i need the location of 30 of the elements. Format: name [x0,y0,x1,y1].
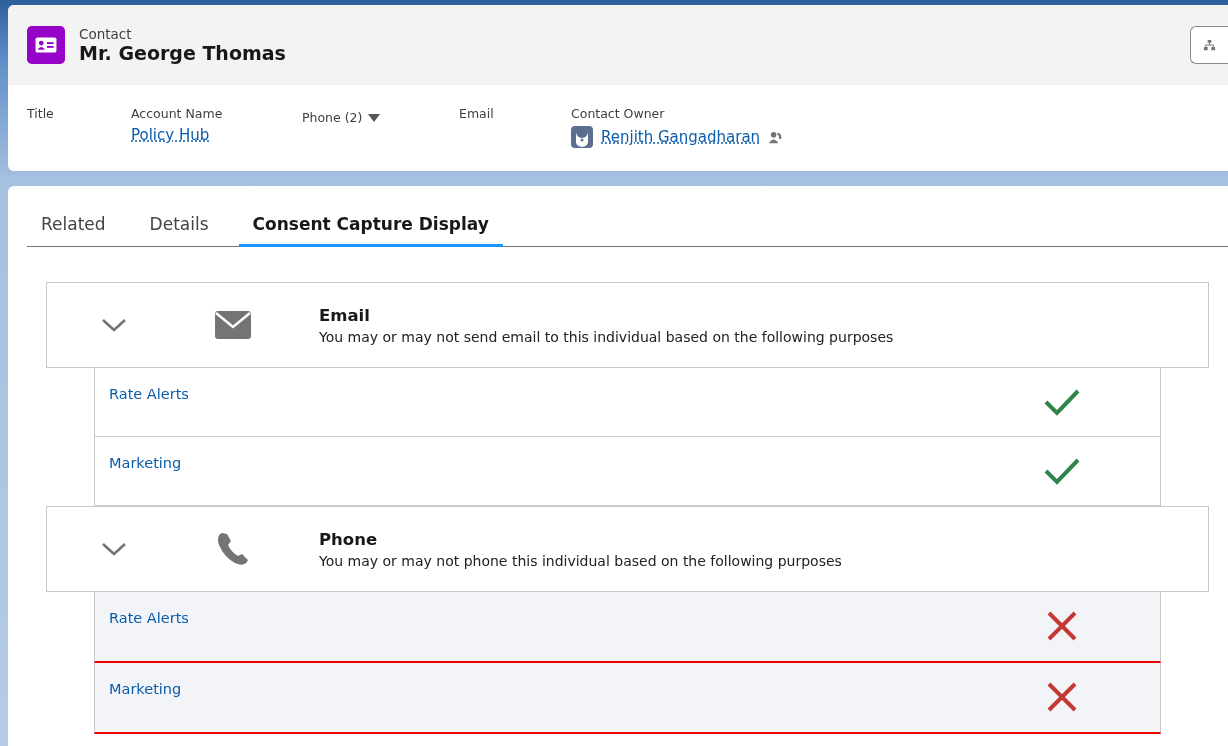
change-owner-icon[interactable] [768,129,784,145]
field-label: Email [459,106,495,121]
envelope-icon [215,311,251,339]
phone-icon [215,531,251,567]
chevron-down-icon[interactable] [101,317,127,333]
phone-dropdown[interactable]: Phone (2) [302,110,459,125]
tab[interactable]: Consent Capture Display [238,204,503,247]
purpose-link[interactable]: Marketing [109,681,182,732]
tab[interactable]: Details [135,204,223,247]
purpose-link[interactable]: Rate Alerts [109,610,189,661]
avatar-icon [571,126,593,148]
field-label: Contact Owner [571,106,666,121]
contact-card-icon [27,26,65,64]
hierarchy-icon [1203,38,1216,52]
channel-title: Email [319,305,371,325]
hierarchy-button[interactable] [1190,26,1228,64]
tab[interactable]: Related [27,204,120,247]
chevron-down-icon[interactable] [101,541,127,557]
purpose-link[interactable]: Rate Alerts [109,386,189,436]
caret-icon [368,113,381,122]
field-label: Title [27,106,55,121]
channel-description: You may or may not phone this individual based on the following purposes [319,552,842,569]
account-link[interactable]: Policy Hub [131,126,302,144]
channel-title: Phone [319,529,379,549]
owner-link[interactable]: Renjith Gangadharan [601,128,761,146]
purpose-link[interactable]: Marketing [109,455,182,505]
record-type: Contact [79,26,133,42]
channel-description: You may or may not send email to this individual based on the following purposes [319,328,894,345]
field-label: Account Name [131,106,224,121]
record-name: Mr. George Thomas [79,42,287,64]
